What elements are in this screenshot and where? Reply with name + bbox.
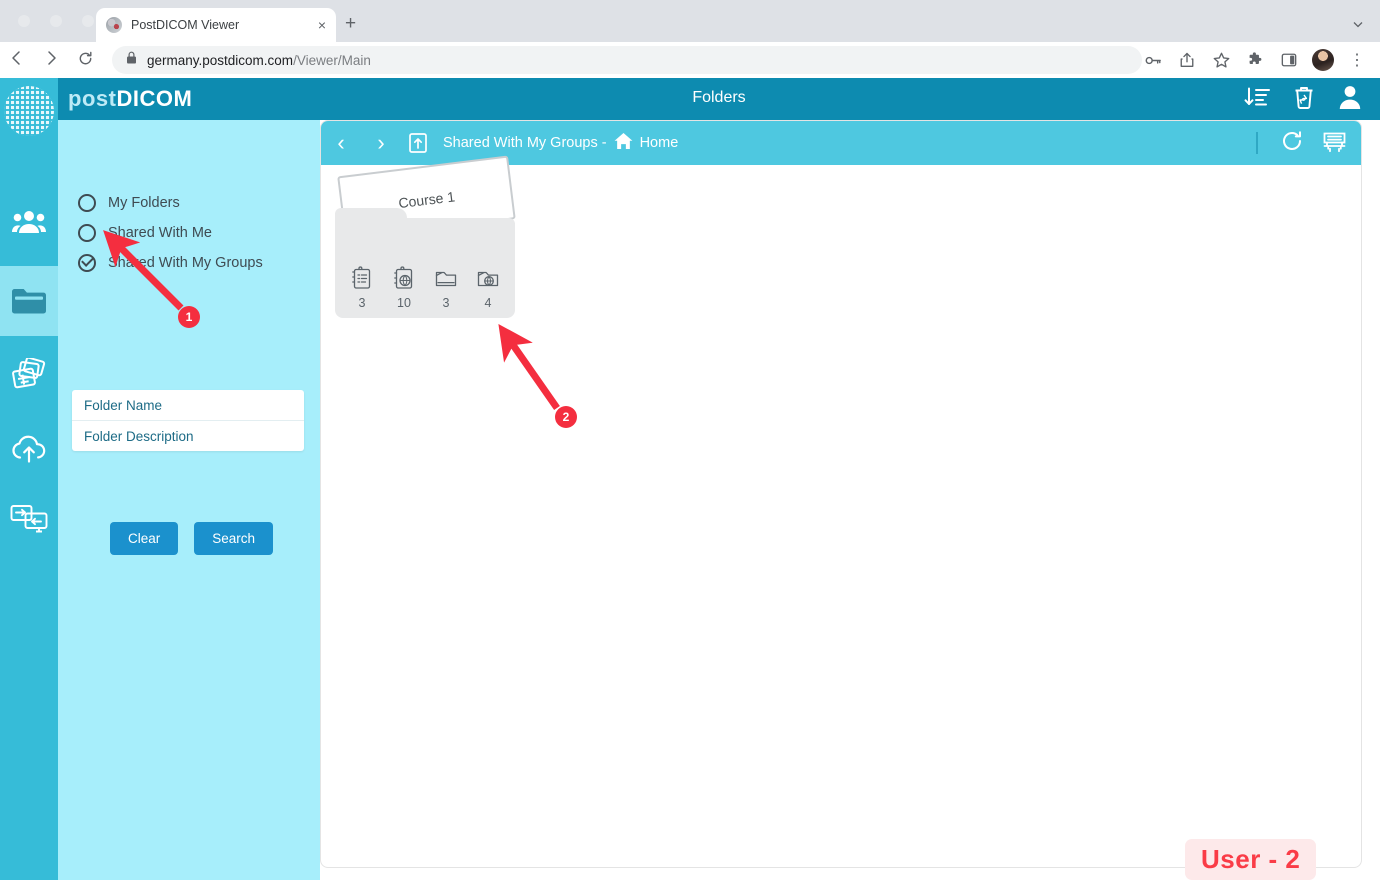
radio-label: Shared With Me	[108, 225, 212, 241]
stat-shared-folders: 4	[473, 266, 503, 310]
stat-count: 3	[442, 296, 450, 310]
folder-description-field[interactable]	[72, 420, 304, 451]
groups-icon	[12, 211, 46, 233]
browser-menu-icon[interactable]: ⋮	[1342, 46, 1372, 74]
radio-label: Shared With My Groups	[108, 255, 263, 271]
postdicom-logo-icon	[4, 86, 54, 136]
extensions-puzzle-icon[interactable]	[1240, 46, 1270, 74]
new-tab-button[interactable]: +	[345, 14, 356, 33]
folder-stats: 3 10 3 4	[347, 266, 503, 310]
password-key-icon[interactable]	[1138, 46, 1168, 74]
folder-body: 3 10 3 4	[335, 208, 515, 318]
stat-count: 10	[397, 296, 411, 310]
folder-icon	[435, 271, 457, 287]
rail-item-images[interactable]	[0, 340, 58, 410]
rail-item-upload[interactable]	[0, 414, 58, 484]
profile-avatar[interactable]	[1308, 46, 1338, 74]
window-traffic-lights[interactable]	[18, 15, 94, 27]
window-maximize-dot[interactable]	[82, 15, 94, 27]
clipboard-globe-icon	[394, 266, 413, 289]
stacked-images-icon	[12, 358, 46, 389]
radio-unchecked-icon	[78, 224, 96, 242]
url-host: germany.postdicom.com	[147, 52, 294, 68]
search-fields	[72, 390, 304, 451]
recycle-bin-icon[interactable]	[1292, 85, 1316, 115]
screen-sync-icon	[10, 505, 48, 533]
user-badge: User - 2	[1185, 839, 1317, 880]
scope-radio-group: My Folders Shared With Me Shared With My…	[78, 188, 308, 278]
close-icon[interactable]: ×	[318, 18, 326, 32]
breadcrumb-forward-icon[interactable]: ›	[361, 132, 401, 154]
stat-subfolders: 3	[431, 266, 461, 310]
forward-icon[interactable]	[34, 49, 68, 72]
rail-item-groups[interactable]	[0, 186, 58, 256]
search-actions: Clear Search	[110, 522, 274, 555]
url-path: /Viewer/Main	[293, 52, 371, 68]
breadcrumb-home-label[interactable]: Home	[640, 135, 679, 151]
refresh-icon[interactable]	[1280, 129, 1304, 158]
radio-unchecked-icon	[78, 194, 96, 212]
breadcrumb: Shared With My Groups - Home	[443, 132, 678, 154]
tab-favicon-icon	[106, 17, 122, 33]
side-panel-icon[interactable]	[1274, 46, 1304, 74]
window-close-dot[interactable]	[18, 15, 30, 27]
annotation-marker-2: 2	[555, 406, 577, 428]
breadcrumb-path: Shared With My Groups -	[443, 135, 607, 151]
screenshot-root: PostDICOM Viewer × + germany.postdicom.c…	[0, 0, 1380, 880]
tab-title: PostDICOM Viewer	[131, 18, 240, 32]
clipboard-list-icon	[352, 266, 371, 289]
rail-item-sync[interactable]	[0, 484, 58, 554]
rail-item-folders[interactable]	[0, 252, 58, 350]
folder-description-input[interactable]	[82, 427, 294, 445]
radio-shared-with-my-groups[interactable]: Shared With My Groups	[78, 248, 308, 278]
browser-tab-strip: PostDICOM Viewer × +	[0, 0, 1380, 42]
annotation-marker-1: 1	[178, 306, 200, 328]
bookmark-star-icon[interactable]	[1206, 46, 1236, 74]
toolbar-right-actions: ⋮	[1138, 46, 1372, 74]
list-view-icon[interactable]	[1322, 129, 1347, 158]
radio-label: My Folders	[108, 195, 180, 211]
lock-icon	[126, 51, 137, 69]
upload-box-icon[interactable]	[407, 131, 429, 155]
stat-count: 3	[358, 296, 366, 310]
breadcrumb-back-icon[interactable]: ‹	[321, 132, 361, 154]
radio-checked-icon	[78, 254, 96, 272]
sort-descending-icon[interactable]	[1244, 85, 1270, 114]
folder-name-input[interactable]	[82, 396, 294, 414]
stat-count: 4	[484, 296, 492, 310]
divider	[1256, 132, 1258, 154]
folder-icon	[12, 289, 46, 314]
user-icon[interactable]	[1338, 84, 1362, 115]
home-icon[interactable]	[614, 132, 633, 154]
search-button[interactable]: Search	[194, 522, 274, 555]
radio-shared-with-me[interactable]: Shared With Me	[78, 218, 308, 248]
reload-icon[interactable]	[68, 50, 102, 71]
folder-name-field[interactable]	[72, 390, 304, 420]
browser-tab[interactable]: PostDICOM Viewer ×	[96, 8, 336, 42]
avatar	[1312, 49, 1334, 71]
stat-images: 10	[389, 266, 419, 310]
address-bar[interactable]: germany.postdicom.com/Viewer/Main	[112, 46, 1142, 74]
back-icon[interactable]	[0, 49, 34, 72]
app-header: postDICOM Folders	[58, 78, 1380, 120]
folders-content-panel: ‹ › Shared With My Groups - Home Course …	[320, 120, 1362, 880]
chevron-down-icon[interactable]	[1352, 17, 1364, 35]
folder-card-course-1[interactable]: Course 1 3 10 3 4	[335, 155, 529, 321]
url-text: germany.postdicom.com/Viewer/Main	[147, 53, 371, 68]
breadcrumb-actions	[1256, 121, 1347, 165]
radio-my-folders[interactable]: My Folders	[78, 188, 308, 218]
page-title: Folders	[692, 89, 746, 106]
window-minimize-dot[interactable]	[50, 15, 62, 27]
postdicom-app: postDICOM Folders My Folders Shared With…	[0, 78, 1380, 880]
clear-button[interactable]: Clear	[110, 522, 179, 555]
folder-globe-icon	[477, 271, 499, 287]
folder-tab	[335, 208, 407, 226]
search-panel: My Folders Shared With Me Shared With My…	[58, 120, 320, 880]
share-icon[interactable]	[1172, 46, 1202, 74]
left-icon-rail	[0, 78, 58, 880]
cloud-upload-icon	[12, 435, 46, 463]
stat-studies: 3	[347, 266, 377, 310]
header-actions	[1244, 84, 1362, 115]
